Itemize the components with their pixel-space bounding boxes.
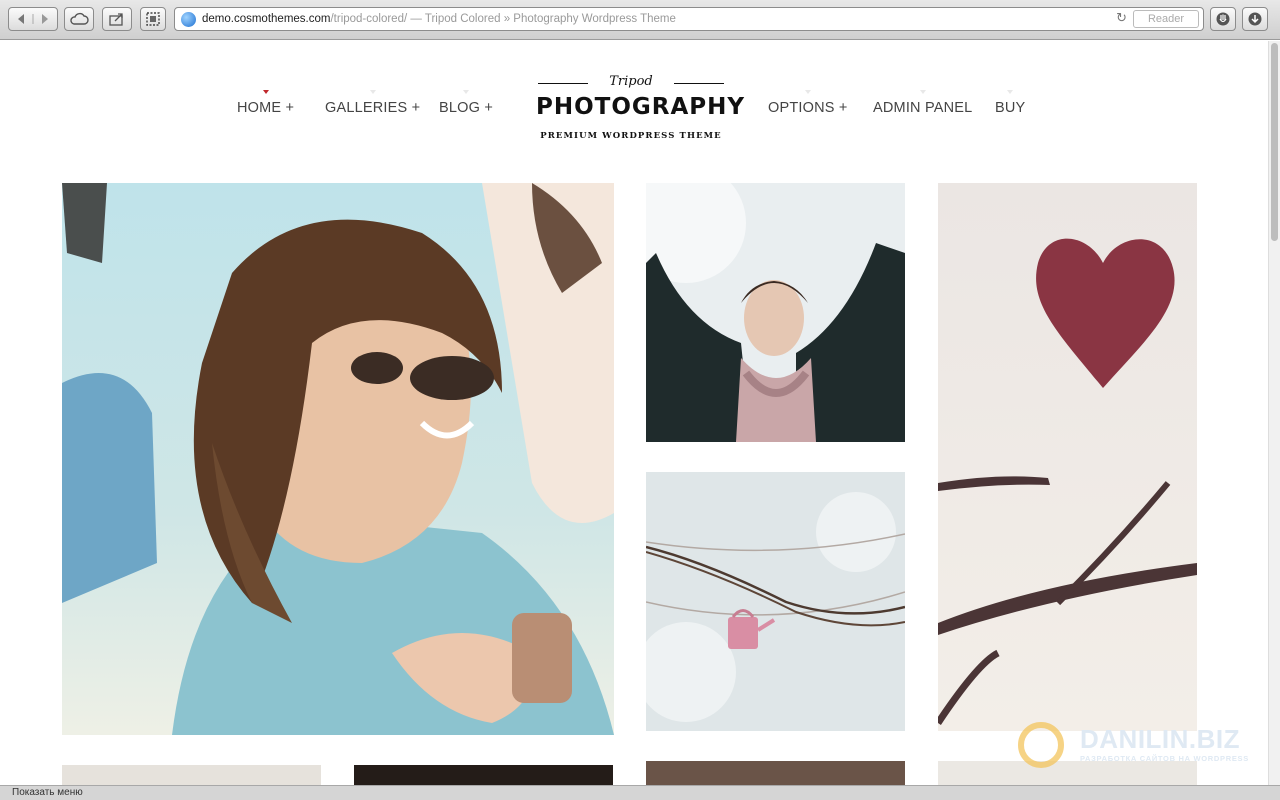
nav-options[interactable]: OPTIONS + bbox=[768, 90, 848, 116]
gallery-photo-woman-sunglasses[interactable] bbox=[62, 183, 614, 735]
nav-marker bbox=[463, 90, 469, 94]
logo-subtitle: PREMIUM WORDPRESS THEME bbox=[540, 131, 722, 141]
gallery-photo-heart-on-branch[interactable] bbox=[938, 183, 1197, 731]
page-title-text: — Tripod Colored » Photography Wordpress… bbox=[407, 13, 676, 25]
status-bar: Показать меню bbox=[0, 785, 1280, 800]
logo-script: Tripod bbox=[609, 74, 653, 89]
vertical-scrollbar[interactable] bbox=[1268, 41, 1280, 785]
reader-button[interactable]: Reader bbox=[1133, 10, 1199, 28]
nav-home-label: HOME + bbox=[237, 100, 295, 116]
scrollbar-thumb[interactable] bbox=[1271, 43, 1278, 241]
url-path: /tripod-colored/ bbox=[330, 13, 408, 25]
gallery-photo-bottom-2[interactable] bbox=[354, 765, 613, 785]
reload-icon[interactable]: ↻ bbox=[1116, 11, 1127, 26]
gallery-photo-bottom-3[interactable] bbox=[646, 761, 905, 785]
nav-galleries[interactable]: GALLERIES + bbox=[325, 90, 421, 116]
adblock-button[interactable] bbox=[1210, 7, 1236, 31]
gallery-photo-girl-in-snow[interactable] bbox=[646, 183, 905, 442]
photo-image bbox=[938, 183, 1197, 731]
cloud-button[interactable] bbox=[64, 7, 94, 31]
screenshot-icon bbox=[146, 12, 160, 26]
site-logo[interactable]: Tripod PHOTOGRAPHY PREMIUM WORDPRESS THE… bbox=[536, 74, 746, 146]
url-text[interactable]: demo.cosmothemes.com/tripod-colored/ — T… bbox=[202, 13, 676, 25]
nav-marker bbox=[369, 90, 376, 94]
downloads-button[interactable] bbox=[1242, 7, 1268, 31]
photo-image bbox=[62, 183, 614, 735]
nav-marker bbox=[1007, 90, 1014, 94]
nav-admin-panel-label: ADMIN PANEL bbox=[873, 100, 973, 116]
nav-marker bbox=[804, 90, 811, 94]
watermark-logo-icon bbox=[1018, 722, 1064, 768]
nav-options-label: OPTIONS + bbox=[768, 100, 848, 116]
status-text: Показать меню bbox=[12, 787, 83, 798]
back-arrow-icon[interactable] bbox=[11, 12, 55, 26]
share-icon bbox=[109, 13, 123, 26]
nav-blog[interactable]: BLOG + bbox=[439, 90, 493, 116]
logo-main: PHOTOGRAPHY bbox=[536, 94, 746, 120]
nav-home[interactable]: HOME + bbox=[237, 90, 295, 116]
watermark-tagline: РАЗРАБОТКА САЙТОВ НА WORDPRESS bbox=[1080, 754, 1249, 763]
nav-marker bbox=[919, 90, 926, 94]
gallery-photo-watering-can[interactable] bbox=[646, 472, 905, 731]
watermark-brand: DANILIN.BIZ bbox=[1080, 724, 1241, 754]
watermark: DANILIN.BIZ РАЗРАБОТКА САЙТОВ НА WORDPRE… bbox=[1018, 720, 1258, 768]
address-bar[interactable]: demo.cosmothemes.com/tripod-colored/ — T… bbox=[174, 7, 1204, 31]
share-button[interactable] bbox=[102, 7, 132, 31]
browser-toolbar: demo.cosmothemes.com/tripod-colored/ — T… bbox=[0, 0, 1280, 40]
photo-image bbox=[646, 183, 905, 442]
download-icon bbox=[1248, 12, 1262, 26]
cloud-icon bbox=[70, 12, 89, 25]
nav-blog-label: BLOG + bbox=[439, 100, 493, 116]
back-forward-buttons[interactable] bbox=[8, 7, 58, 31]
nav-galleries-label: GALLERIES + bbox=[325, 100, 421, 116]
gallery-photo-bottom-1[interactable] bbox=[62, 765, 321, 785]
adblock-icon bbox=[1216, 12, 1230, 26]
globe-icon bbox=[181, 11, 196, 27]
nav-admin-panel[interactable]: ADMIN PANEL bbox=[873, 90, 973, 116]
nav-active-marker bbox=[262, 90, 269, 94]
nav-buy-label: BUY bbox=[995, 100, 1026, 116]
web-page: HOME + GALLERIES + BLOG + Tripod PHOTOGR… bbox=[0, 41, 1268, 785]
nav-buy[interactable]: BUY bbox=[995, 90, 1026, 116]
url-domain: demo.cosmothemes.com bbox=[202, 13, 331, 25]
photo-image bbox=[646, 472, 905, 731]
screenshot-button[interactable] bbox=[140, 7, 166, 31]
